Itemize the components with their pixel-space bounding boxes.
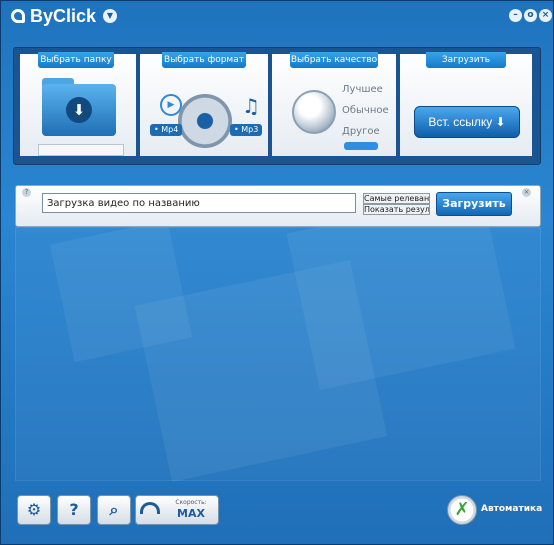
- app-title: ByClick: [30, 5, 97, 26]
- folder-path-field[interactable]: [38, 144, 124, 156]
- quality-other-dropdown[interactable]: [344, 142, 378, 150]
- search-close-icon[interactable]: ×: [522, 188, 531, 197]
- minimize-button[interactable]: –: [509, 9, 522, 22]
- format-mp3-pill[interactable]: • Mp3: [230, 124, 263, 136]
- app-logo: ByClick: [11, 6, 96, 26]
- app-menu-chevron-icon[interactable]: ▼: [103, 9, 117, 23]
- auto-mode-icon[interactable]: ✗: [447, 495, 477, 525]
- format-mp3-label: Mp3: [241, 125, 259, 134]
- format-disc-icon[interactable]: [178, 94, 232, 148]
- quality-option-normal[interactable]: Обычное: [342, 105, 389, 116]
- quality-section[interactable]: Выбрать качество Лучшее Обычное Другое: [272, 52, 396, 156]
- speed-value: MAX: [177, 507, 205, 520]
- format-mp4-label: Mp4: [161, 125, 179, 134]
- gear-icon: ⚙: [26, 500, 42, 519]
- magnifier-icon: ⌕: [109, 500, 119, 519]
- restore-button[interactable]: o: [524, 9, 537, 22]
- format-mp4-pill[interactable]: • Mp4: [150, 124, 183, 136]
- speedometer-icon: [140, 502, 160, 514]
- music-note-icon: ♫: [242, 94, 260, 118]
- results-count-select[interactable]: Показать резуль: [363, 204, 430, 215]
- quality-section-label: Выбрать качество: [290, 52, 378, 68]
- quality-knob-icon[interactable]: [292, 90, 336, 134]
- settings-button[interactable]: ⚙: [17, 495, 51, 525]
- format-section[interactable]: Выбрать формат ▶ ♫ • Mp4 • Mp3: [140, 52, 268, 156]
- download-section: Загрузить Вст. ссылку ⬇: [400, 52, 532, 156]
- auto-mode-label[interactable]: Автоматика: [481, 504, 542, 514]
- download-list[interactable]: [15, 227, 541, 481]
- close-button[interactable]: ×: [539, 9, 552, 22]
- folder-section-label: Выбрать папку: [38, 52, 114, 68]
- search-bar: ? × Загрузка видео по названию Самые рел…: [15, 185, 541, 227]
- search-download-button[interactable]: Загрузить: [436, 192, 512, 216]
- insert-link-button[interactable]: Вст. ссылку ⬇: [414, 106, 520, 138]
- speed-button[interactable]: Скорость: MAX: [135, 495, 219, 525]
- help-button[interactable]: ?: [57, 495, 91, 525]
- options-panel: Выбрать папку ⬇ Выбрать формат ▶ ♫ • Mp4…: [13, 47, 541, 165]
- search-button[interactable]: ⌕: [97, 495, 131, 525]
- search-input[interactable]: Загрузка видео по названию: [42, 193, 356, 213]
- app-window: ByClick ▼ – o × Выбрать папку ⬇ Выбрать …: [0, 0, 554, 545]
- quality-option-other[interactable]: Другое: [342, 126, 380, 137]
- format-section-label: Выбрать формат: [162, 52, 246, 68]
- speed-label: Скорость:: [175, 499, 207, 506]
- folder-section[interactable]: Выбрать папку ⬇: [20, 52, 136, 156]
- byclick-logo-icon: [11, 9, 25, 23]
- quality-option-best[interactable]: Лучшее: [342, 84, 383, 95]
- title-bar[interactable]: ByClick ▼ – o ×: [1, 1, 553, 31]
- download-section-label: Загрузить: [426, 52, 506, 68]
- download-arrow-icon: ⬇: [66, 97, 92, 123]
- search-help-icon[interactable]: ?: [22, 188, 31, 197]
- sort-select[interactable]: Самые релевантн: [363, 193, 430, 204]
- question-icon: ?: [69, 500, 79, 519]
